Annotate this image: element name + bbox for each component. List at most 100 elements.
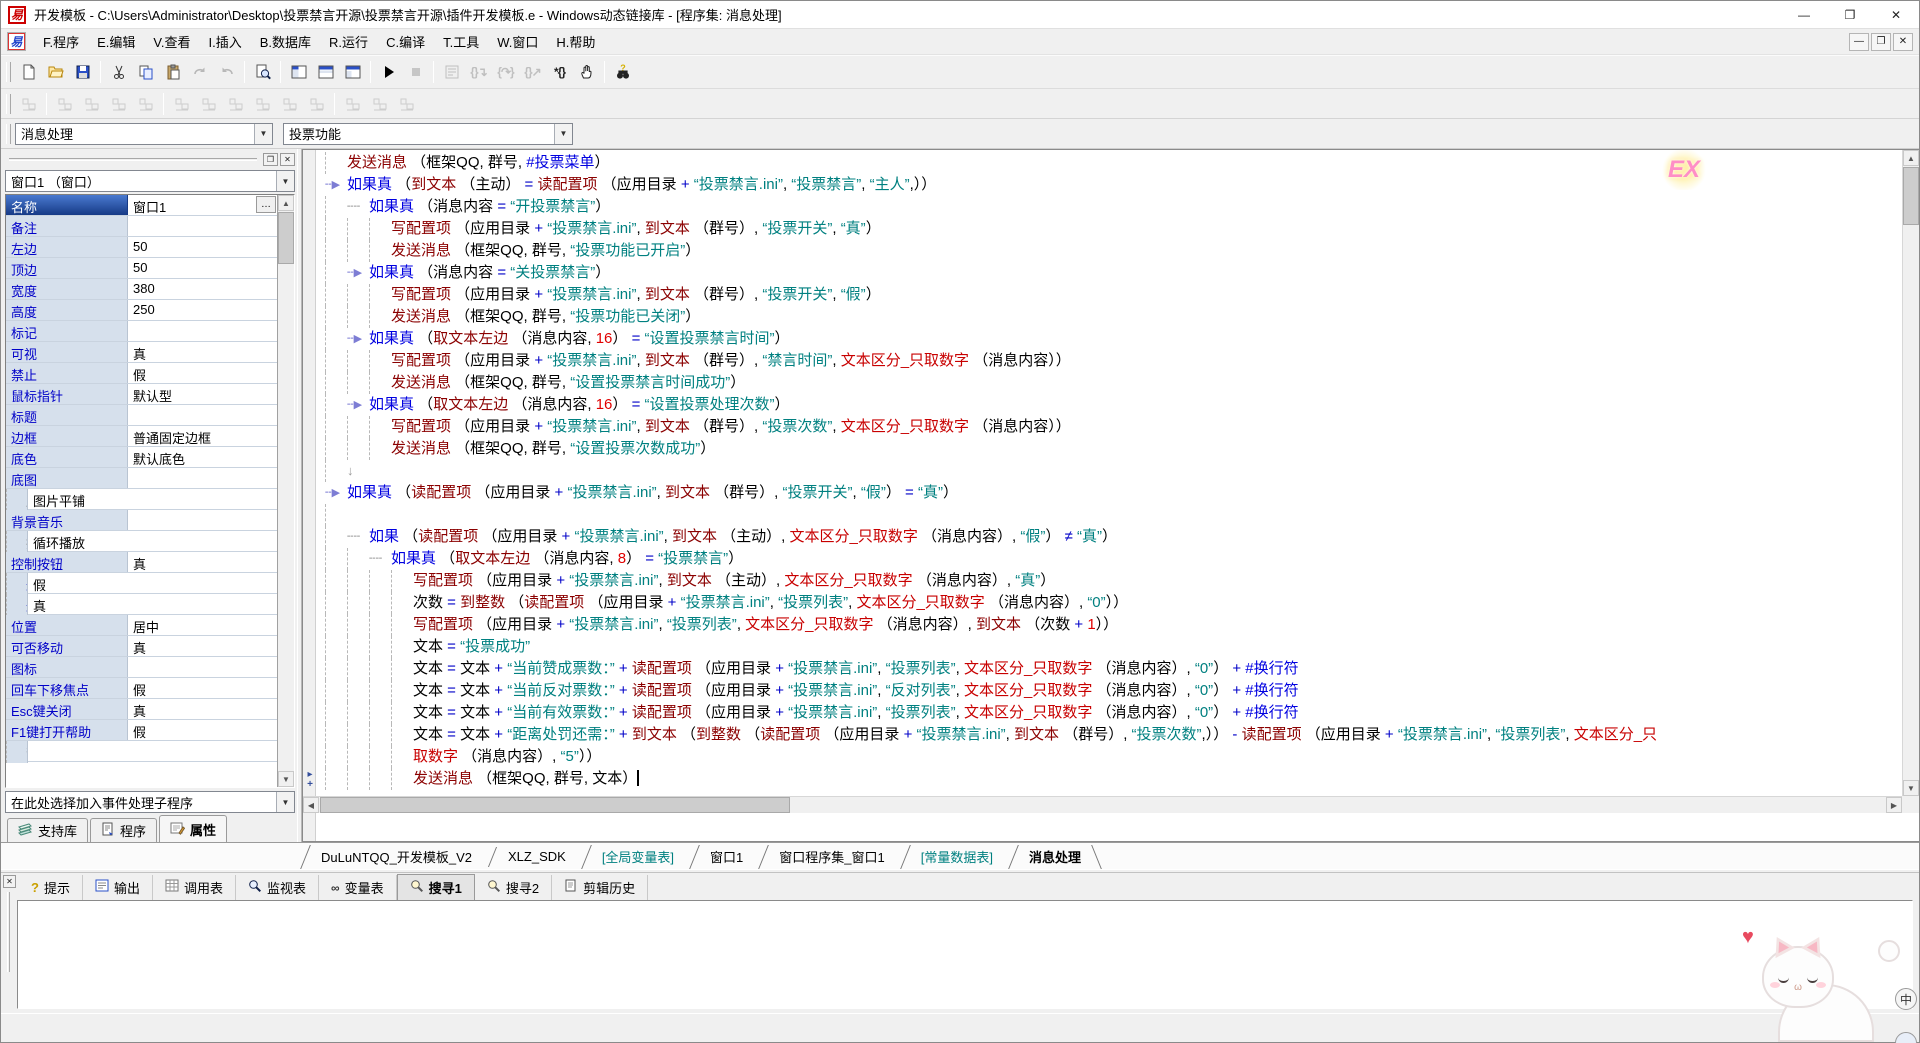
property-label[interactable]: 宽度 [6,279,128,299]
menu-item-database[interactable]: B.数据库 [251,29,320,54]
property-row[interactable]: Esc键关闭真 [6,699,277,720]
property-value[interactable]: 默认型 [128,384,277,404]
output-tab-变量表[interactable]: ∞变量表 [319,875,397,900]
property-value[interactable] [128,321,277,341]
menu-item-view[interactable]: V.查看 [144,29,199,54]
property-label[interactable]: 底图方式 [6,489,28,511]
code-editor[interactable]: ▸+ 发送消息 （框架QQ, 群号, #投票菜单）╌▶如果真 （到文本 （主动）… [302,149,1919,842]
property-value[interactable]: 真 [128,636,277,656]
view-code-button[interactable] [312,59,339,85]
property-label[interactable]: Esc键关闭 [6,699,128,719]
program-tab[interactable]: 窗口程序集_窗口1 [759,843,900,870]
property-row[interactable]: 高度250 [6,300,277,321]
object-selector[interactable]: 窗口1 （窗口） ▼ [5,170,295,192]
property-row[interactable]: 控制按钮真 [6,552,277,573]
code-line[interactable]: ╌▶如果真 （取文本左边 （消息内容, 16） = “设置投票处理次数”） [325,394,1901,416]
code-line[interactable]: ╌╌如果真 （消息内容 = “开投票禁言”） [325,196,1901,218]
property-label[interactable]: 备注 [6,216,128,236]
code-line[interactable]: 写配置项 （应用目录 + “投票禁言.ini”, 到文本 （群号）, “投票开关… [325,218,1901,240]
menu-item-run[interactable]: R.运行 [320,29,377,54]
property-value[interactable]: 真 [28,594,277,614]
scroll-down-icon[interactable]: ▼ [278,771,294,787]
property-label[interactable]: 帮助文件名 [6,741,28,763]
property-label[interactable]: 可视 [6,342,128,362]
property-value[interactable]: 默认底色 [128,447,277,467]
property-value[interactable]: 普通固定边框 [128,426,277,446]
scrollbar-thumb[interactable] [1903,167,1919,225]
code-line[interactable]: ╌╌如果 （读配置项 （应用目录 + “投票禁言.ini”, 到文本 （主动）,… [325,526,1901,548]
property-value[interactable] [128,468,277,488]
property-row[interactable]: 顶边50 [6,258,277,279]
output-tab-搜寻1[interactable]: 搜寻1 [397,874,475,901]
property-value[interactable]: 真 [128,552,277,572]
scroll-up-icon[interactable]: ▲ [278,195,294,211]
property-value[interactable]: 真 [128,699,277,719]
property-row[interactable]: 底图方式图片平铺 [6,489,277,510]
code-line[interactable]: ╌▶如果真 （读配置项 （应用目录 + “投票禁言.ini”, 到文本 （群号）… [325,482,1901,504]
property-value[interactable]: 窗口1 [128,195,256,215]
code-line[interactable]: 发送消息 （框架QQ, 群号, “投票功能已开启”） [325,240,1901,262]
output-close-button[interactable]: ✕ [3,875,16,888]
menu-item-edit[interactable]: E.编辑 [88,29,144,54]
menu-item-program[interactable]: F.程序 [34,29,88,54]
property-row[interactable]: 帮助文件名 [6,741,277,762]
property-label[interactable]: 背景音乐 [6,510,128,530]
scrollbar-thumb[interactable] [278,212,294,264]
property-label[interactable]: 可否移动 [6,636,128,656]
chevron-down-icon[interactable]: ▼ [276,792,294,812]
property-row[interactable]: 最大化按钮假 [6,573,277,594]
find-in-files-button[interactable] [249,59,276,85]
mdi-minimize-button[interactable]: — [1849,33,1869,51]
property-label[interactable]: 图标 [6,657,128,677]
chevron-down-icon[interactable]: ▼ [254,124,272,144]
property-more-button[interactable]: … [256,196,276,213]
property-label[interactable]: 左边 [6,237,128,257]
code-line[interactable]: 写配置项 （应用目录 + “投票禁言.ini”, “投票列表”, 文本区分_只取… [325,614,1901,636]
code-line[interactable]: 文本 = 文本 + “当前有效票数：” + 读配置项 （应用目录 + “投票禁言… [325,702,1901,724]
output-tab-输出[interactable]: 输出 [83,875,153,900]
scroll-up-icon[interactable]: ▲ [1903,150,1919,166]
mdi-close-button[interactable]: ✕ [1893,33,1913,51]
close-button[interactable]: ✕ [1873,1,1919,28]
menu-item-insert[interactable]: I.插入 [200,29,251,54]
property-row[interactable]: 最小化按钮真 [6,594,277,615]
property-label[interactable]: 标题 [6,405,128,425]
property-row[interactable]: 播放次数循环播放 [6,531,277,552]
code-line[interactable]: ╌▶如果真 （消息内容 = “关投票禁言”） [325,262,1901,284]
output-tab-搜寻2[interactable]: 搜寻2 [475,875,552,900]
code-line[interactable]: 写配置项 （应用目录 + “投票禁言.ini”, 到文本 （主动）, 文本区分_… [325,570,1901,592]
subroutine-combo[interactable]: 投票功能 ▼ [283,123,573,145]
property-label[interactable]: 边框 [6,426,128,446]
property-value[interactable]: 假 [128,678,277,698]
property-row[interactable]: 底色默认底色 [6,447,277,468]
ime-badge[interactable]: 中 [1895,988,1917,1010]
property-value[interactable]: 50 [128,258,277,278]
property-row[interactable]: F1键打开帮助假 [6,720,277,741]
property-row[interactable]: 标题 [6,405,277,426]
code-line[interactable]: 文本 = 文本 + “距离处罚还需：” + 到文本 （到整数 （读配置项 （应用… [325,724,1901,746]
panel-drag-grip[interactable] [9,158,257,161]
output-tab-剪辑历史[interactable]: 剪辑历史 [552,875,648,900]
output-tab-监视表[interactable]: 监视表 [236,875,319,900]
output-tab-提示[interactable]: ?提示 [19,875,83,900]
property-label[interactable]: 位置 [6,615,128,635]
view-split-button[interactable] [339,59,366,85]
event-handler-combo[interactable]: 在此处选择加入事件处理子程序 ▼ [5,791,295,813]
save-file-button[interactable] [69,59,96,85]
property-row[interactable]: 图标 [6,657,277,678]
code-line[interactable]: 发送消息 （框架QQ, 群号, “投票功能已关闭”） [325,306,1901,328]
program-tab[interactable]: 消息处理 [1009,843,1097,870]
property-row[interactable]: 名称窗口1… [6,195,277,216]
run-button[interactable] [375,59,402,85]
property-value[interactable]: 假 [128,720,277,740]
cut-button[interactable] [105,59,132,85]
property-row[interactable]: 背景音乐 [6,510,277,531]
property-row[interactable]: 宽度380 [6,279,277,300]
property-value[interactable]: 假 [28,573,277,593]
property-value[interactable]: 图片平铺 [28,489,277,509]
output-content[interactable] [17,900,1913,1009]
property-value[interactable] [128,216,277,236]
scroll-down-icon[interactable]: ▼ [1903,780,1919,796]
code-line[interactable]: 次数 = 到整数 （读配置项 （应用目录 + “投票禁言.ini”, “投票列表… [325,592,1901,614]
property-row[interactable]: 位置居中 [6,615,277,636]
